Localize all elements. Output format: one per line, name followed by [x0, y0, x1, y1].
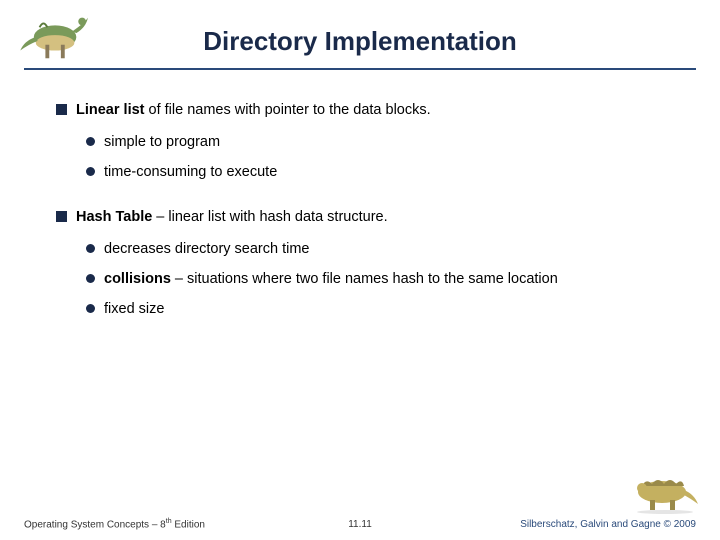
- dot-bullet-icon: [86, 274, 95, 283]
- footer-copyright: Silberschatz, Galvin and Gagne © 2009: [520, 519, 696, 530]
- subbullet-collisions: collisions – situations where two file n…: [86, 269, 680, 291]
- bullet-hash-table: Hash Table – linear list with hash data …: [56, 207, 680, 229]
- subbullet-time-consuming: time-consuming to execute: [86, 162, 680, 184]
- subbullet-text: decreases directory search time: [104, 241, 310, 257]
- slide-title: Directory Implementation: [24, 0, 696, 57]
- footer-book: Operating System Concepts – 8: [24, 519, 166, 530]
- dot-bullet-icon: [86, 244, 95, 253]
- footer-left: Operating System Concepts – 8th Edition: [24, 518, 205, 530]
- subbullet-fixed-size: fixed size: [86, 299, 680, 321]
- footer-page-number: 11.11: [348, 519, 372, 530]
- dinosaur-bottom-icon: [630, 470, 700, 514]
- footer-edition: Edition: [172, 519, 205, 530]
- bullet-group-2: Hash Table – linear list with hash data …: [56, 207, 680, 320]
- bullet-text: – linear list with hash data structure.: [152, 209, 387, 225]
- square-bullet-icon: [56, 104, 67, 115]
- dot-bullet-icon: [86, 304, 95, 313]
- dot-bullet-icon: [86, 167, 95, 176]
- square-bullet-icon: [56, 211, 67, 222]
- slide-header: Directory Implementation: [24, 0, 696, 70]
- bullet-bold: Linear list: [76, 102, 145, 118]
- dinosaur-top-icon: [18, 8, 96, 66]
- subbullet-bold: collisions: [104, 271, 171, 287]
- slide-content: Linear list of file names with pointer t…: [0, 70, 720, 320]
- bullet-text: of file names with pointer to the data b…: [145, 102, 431, 118]
- subbullet-text: time-consuming to execute: [104, 164, 277, 180]
- subbullet-text: simple to program: [104, 134, 220, 150]
- dot-bullet-icon: [86, 137, 95, 146]
- subbullet-decreases: decreases directory search time: [86, 239, 680, 261]
- bullet-group-1: Linear list of file names with pointer t…: [56, 100, 680, 183]
- subbullet-text: fixed size: [104, 301, 164, 317]
- bullet-bold: Hash Table: [76, 209, 152, 225]
- bullet-linear-list: Linear list of file names with pointer t…: [56, 100, 680, 122]
- subbullet-simple: simple to program: [86, 132, 680, 154]
- slide-footer: Operating System Concepts – 8th Edition …: [0, 518, 720, 530]
- subbullet-text: – situations where two file names hash t…: [171, 271, 558, 287]
